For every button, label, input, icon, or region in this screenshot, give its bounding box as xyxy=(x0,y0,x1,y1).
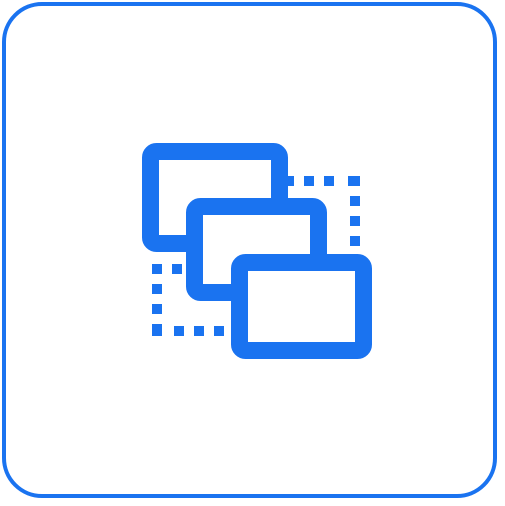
window-front xyxy=(231,254,372,359)
cascade-windows-icon xyxy=(142,143,372,359)
